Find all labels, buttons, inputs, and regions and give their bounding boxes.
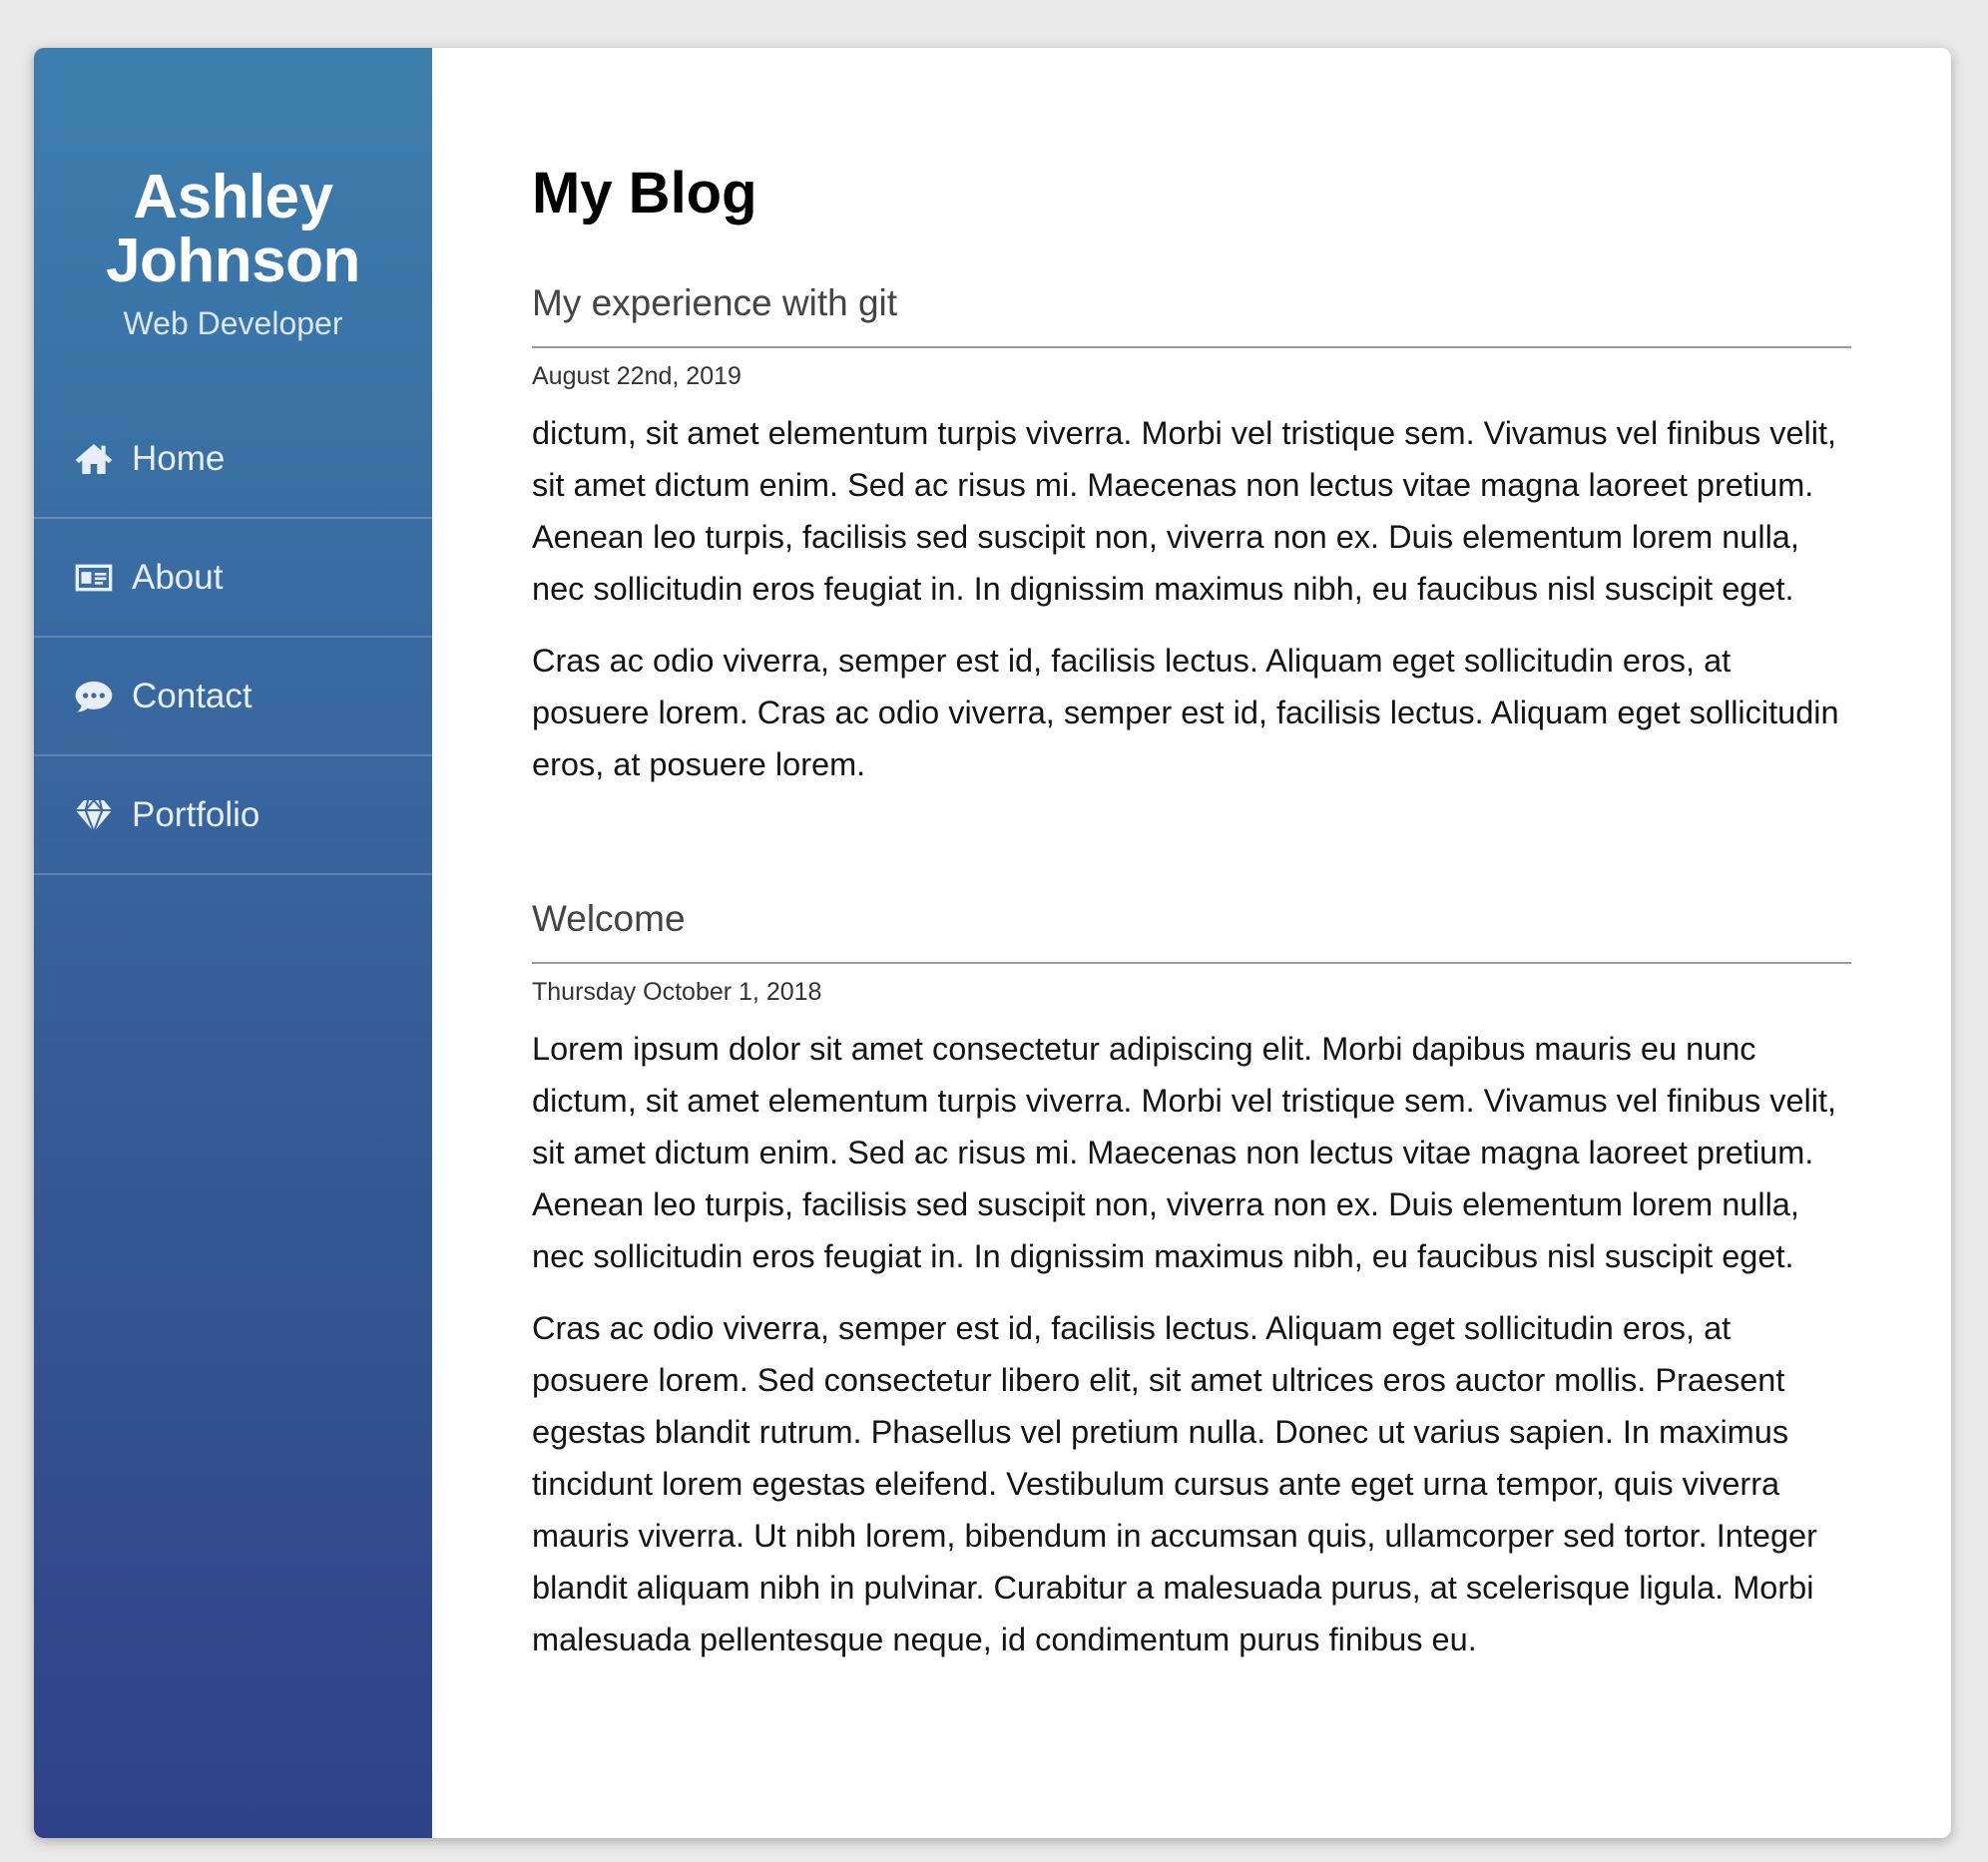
blog-post: Welcome Thursday October 1, 2018 Lorem i…: [532, 898, 1851, 1665]
post-paragraph: Cras ac odio viverra, semper est id, fac…: [532, 1310, 1817, 1657]
blog-post: My experience with git August 22nd, 2019…: [532, 282, 1851, 790]
main-content: My Blog My experience with git August 22…: [432, 48, 1951, 1838]
post-date: Thursday October 1, 2018: [532, 978, 822, 1006]
post-body: Lorem ipsum dolor sit amet consectetur a…: [532, 1023, 1851, 1665]
profile-role: Web Developer: [123, 305, 343, 341]
nav-label-home: Home: [132, 438, 226, 478]
profile-name: Ashley Johnson: [106, 163, 360, 295]
post-title: Welcome: [532, 898, 1851, 964]
nav-item-portfolio[interactable]: Portfolio: [34, 756, 432, 875]
sidebar: Ashley Johnson Web Developer Home About: [34, 48, 432, 1838]
browser-page: Ashley Johnson Web Developer Home About: [34, 48, 1951, 1838]
nav-item-about[interactable]: About: [34, 519, 432, 638]
post-paragraph: Cras ac odio viverra, semper est id, fac…: [532, 643, 1839, 782]
profile-header: Ashley Johnson Web Developer: [34, 48, 432, 342]
nav-label-contact: Contact: [132, 676, 252, 715]
post-body: dictum, sit amet elementum turpis viverr…: [532, 407, 1851, 790]
sidebar-nav: Home About Contact Portfolio: [34, 400, 432, 875]
diamond-icon: [72, 793, 116, 837]
nav-label-portfolio: Portfolio: [132, 794, 260, 834]
home-icon: [72, 437, 116, 481]
nav-item-contact[interactable]: Contact: [34, 638, 432, 756]
post-paragraph: Lorem ipsum dolor sit amet consectetur a…: [532, 1031, 1837, 1274]
post-title: My experience with git: [532, 282, 1851, 348]
nav-label-about: About: [132, 557, 224, 597]
post-date: August 22nd, 2019: [532, 362, 742, 390]
post-paragraph: dictum, sit amet elementum turpis viverr…: [532, 415, 1837, 607]
nav-item-home[interactable]: Home: [34, 400, 432, 519]
page-title: My Blog: [532, 161, 757, 226]
chat-bubble-icon: [72, 675, 116, 718]
id-card-icon: [72, 556, 116, 600]
